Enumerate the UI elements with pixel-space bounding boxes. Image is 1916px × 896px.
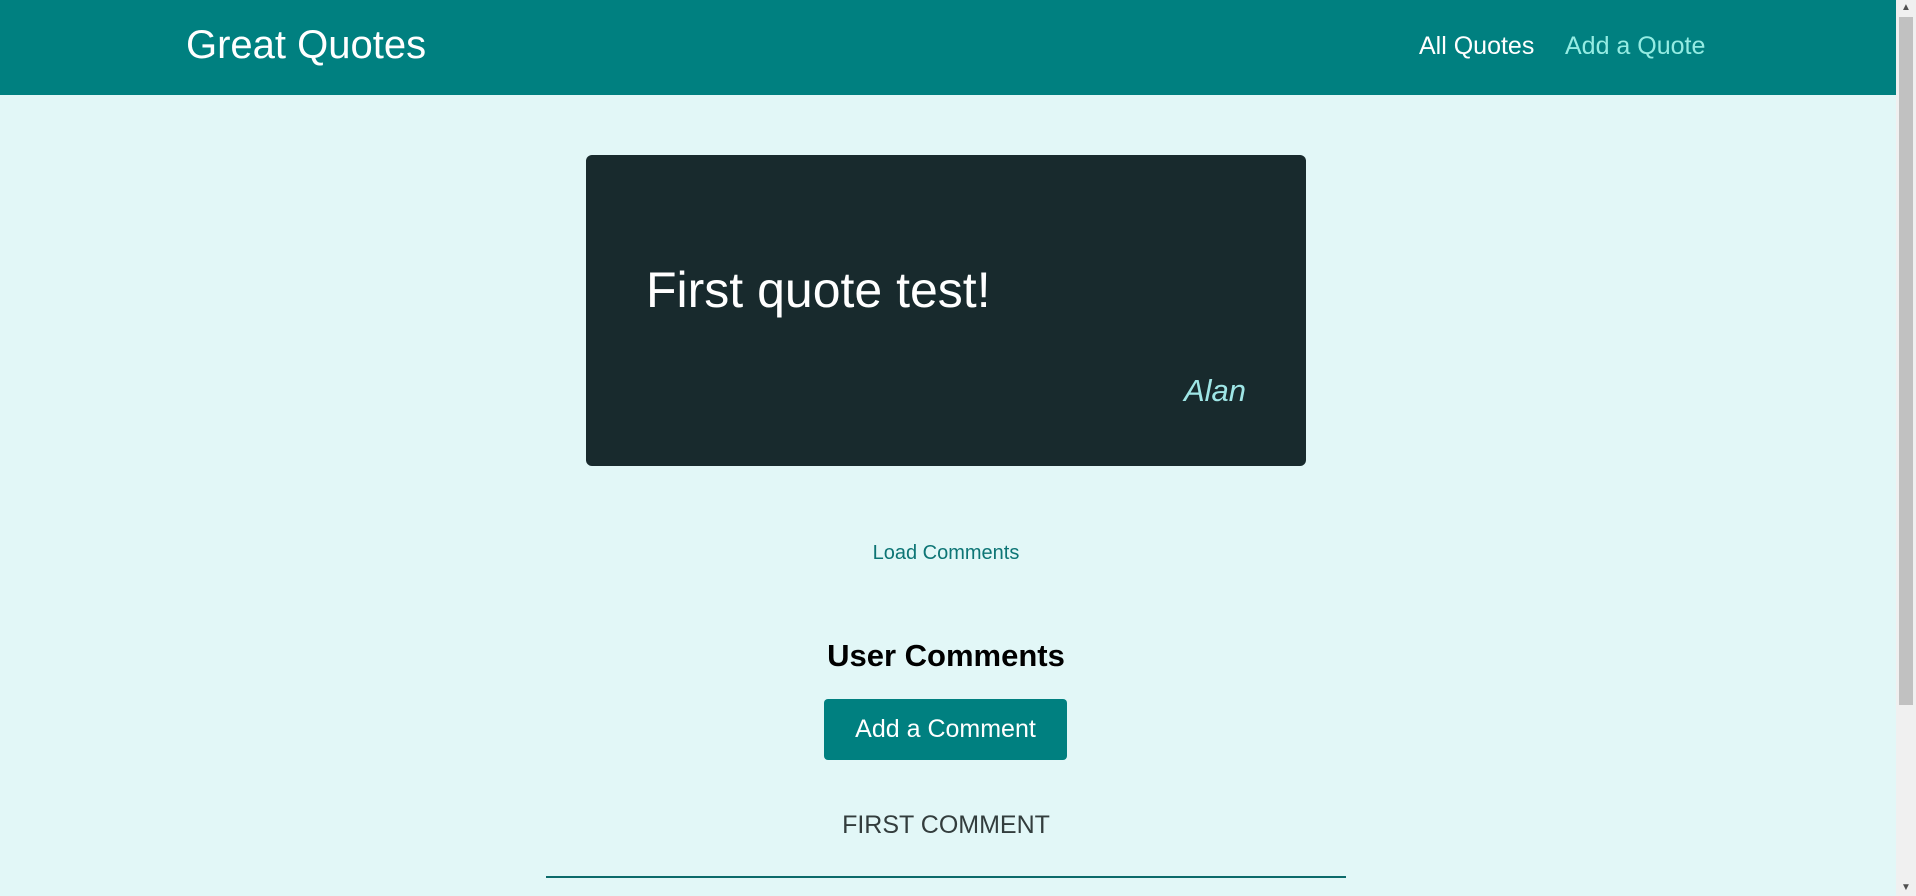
scroll-down-icon[interactable]: ▼: [1896, 880, 1916, 896]
site-header: Great Quotes All Quotes Add a Quote: [0, 0, 1896, 95]
site-logo[interactable]: Great Quotes: [186, 22, 426, 68]
load-comments-link[interactable]: Load Comments: [873, 542, 1020, 564]
nav-all-quotes-link[interactable]: All Quotes: [1419, 31, 1534, 61]
quote-card: First quote test! Alan: [586, 155, 1306, 466]
scroll-up-icon[interactable]: ▲: [1896, 0, 1916, 16]
comment-item: FIRST COMMENT: [546, 806, 1346, 878]
comments-title: User Comments: [827, 638, 1065, 673]
vertical-scrollbar[interactable]: ▲ ▼: [1896, 0, 1916, 896]
scroll-thumb[interactable]: [1899, 17, 1913, 705]
quote-author: Alan: [1183, 373, 1246, 408]
load-comments-container: Load Comments: [0, 541, 1892, 565]
nav-add-quote-link[interactable]: Add a Quote: [1565, 31, 1705, 61]
comment-text: FIRST COMMENT: [842, 811, 1050, 839]
quote-text: First quote test!: [646, 262, 991, 318]
add-comment-button[interactable]: Add a Comment: [824, 699, 1067, 760]
